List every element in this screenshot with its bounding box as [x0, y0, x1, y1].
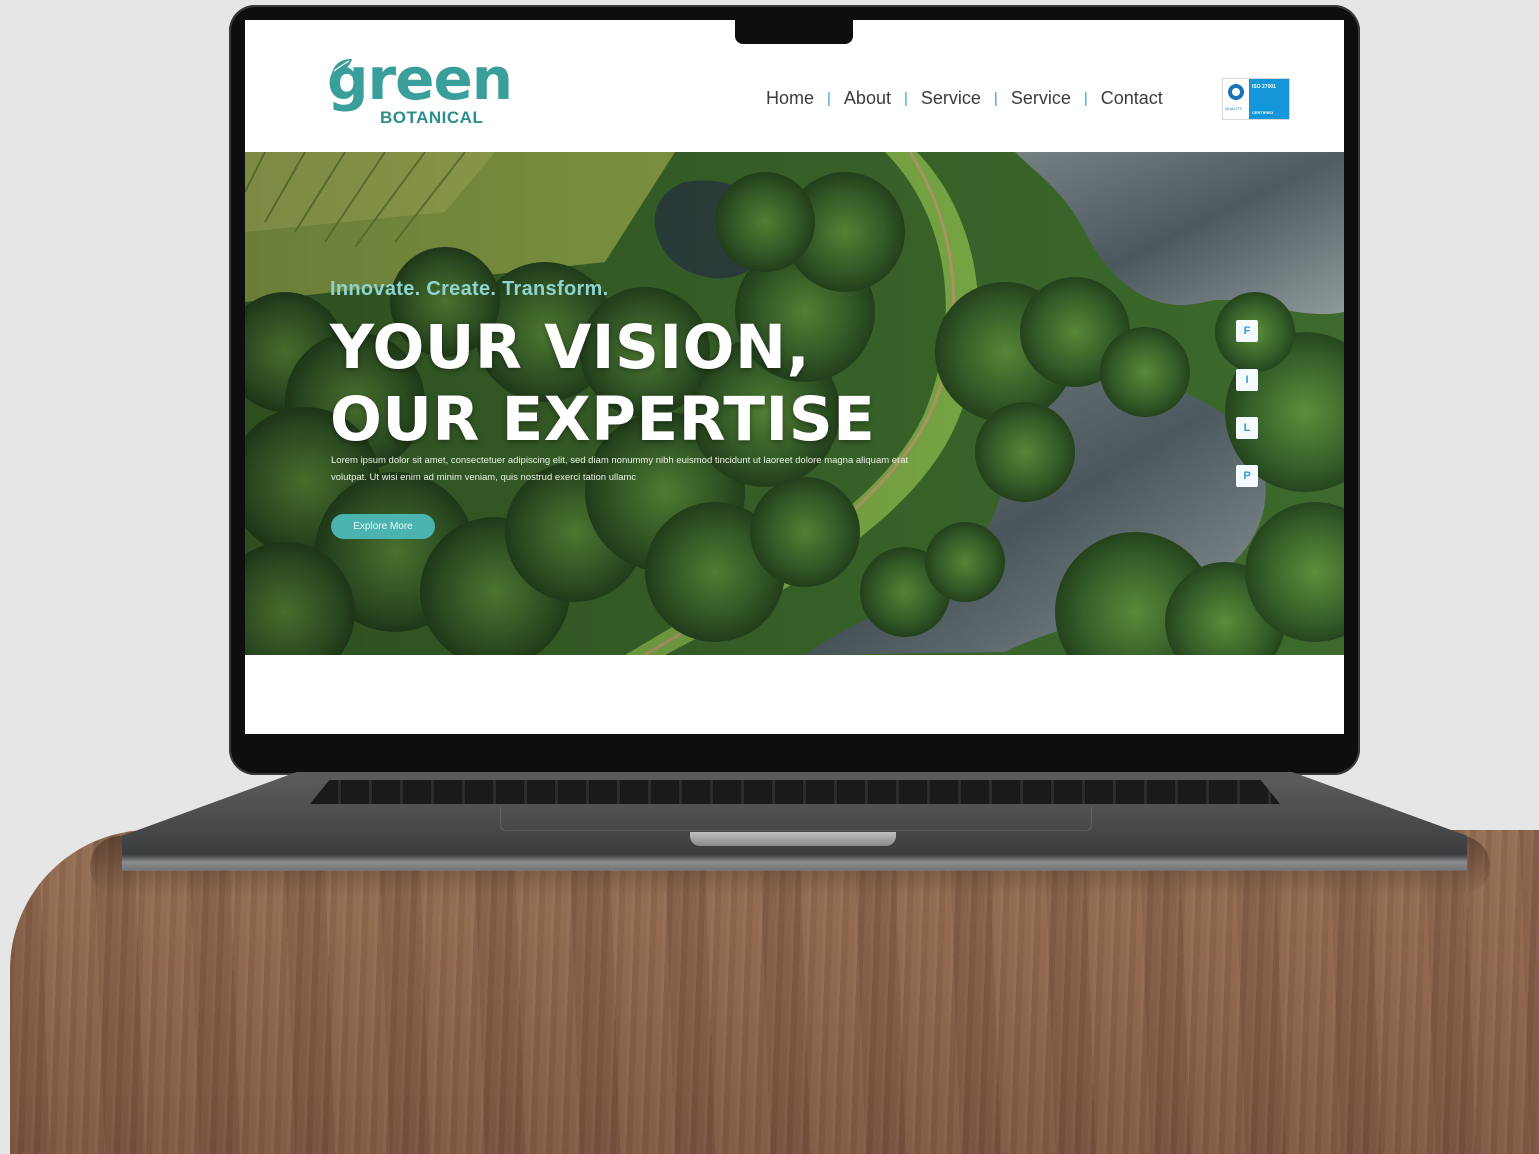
nav-service[interactable]: Service [910, 88, 992, 109]
hero-banner: Innovate. Create. Transform. YOUR VISION… [245, 152, 1344, 655]
camera-notch [735, 20, 853, 44]
iso-certification-badge: QUALITY ISO 27001 CERTIFIED [1222, 78, 1290, 120]
facebook-icon[interactable]: F [1236, 320, 1258, 342]
nav-service-2[interactable]: Service [1000, 88, 1082, 109]
logo-wordmark: green [327, 45, 513, 113]
nav-separator: | [827, 90, 831, 107]
nav-home[interactable]: Home [755, 88, 825, 109]
badge-issuer: QUALITY [1225, 106, 1243, 111]
badge-standard: ISO 27001 [1252, 84, 1276, 90]
linkedin-icon[interactable]: L [1236, 417, 1258, 439]
nav-contact[interactable]: Contact [1090, 88, 1174, 109]
headline-line-2: OUR EXPERTISE [330, 384, 876, 455]
hero-description: Lorem ipsum dolor sit amet, consectetuer… [331, 455, 909, 483]
quality-badge-icon: QUALITY [1223, 79, 1249, 119]
laptop-opening-notch [690, 832, 896, 846]
pinterest-icon[interactable]: P [1236, 465, 1258, 487]
main-nav: Home | About | Service | Service | Conta… [755, 88, 1174, 109]
laptop-screen: green BOTANICAL Home | About | Service |… [245, 20, 1344, 734]
nav-about[interactable]: About [833, 88, 902, 109]
nav-separator: | [993, 90, 998, 107]
logo-subtitle: BOTANICAL [380, 108, 484, 127]
nav-separator: | [903, 90, 908, 107]
site-logo[interactable]: green BOTANICAL [327, 45, 537, 130]
laptop-trackpad [500, 806, 1092, 831]
hero-tagline: Innovate. Create. Transform. [330, 278, 609, 300]
badge-certified: CERTIFIED [1252, 110, 1274, 115]
headline-line-1: YOUR VISION, [330, 312, 811, 383]
nav-separator: | [1083, 90, 1088, 107]
leaf-icon [332, 59, 352, 73]
instagram-icon[interactable]: I [1236, 369, 1258, 391]
hero-headline: YOUR VISION, OUR EXPERTISE [330, 312, 875, 456]
laptop-keyboard [310, 780, 1280, 804]
badge-label: ISO 27001 CERTIFIED [1249, 79, 1289, 119]
explore-more-button[interactable]: Explore More [331, 514, 435, 539]
